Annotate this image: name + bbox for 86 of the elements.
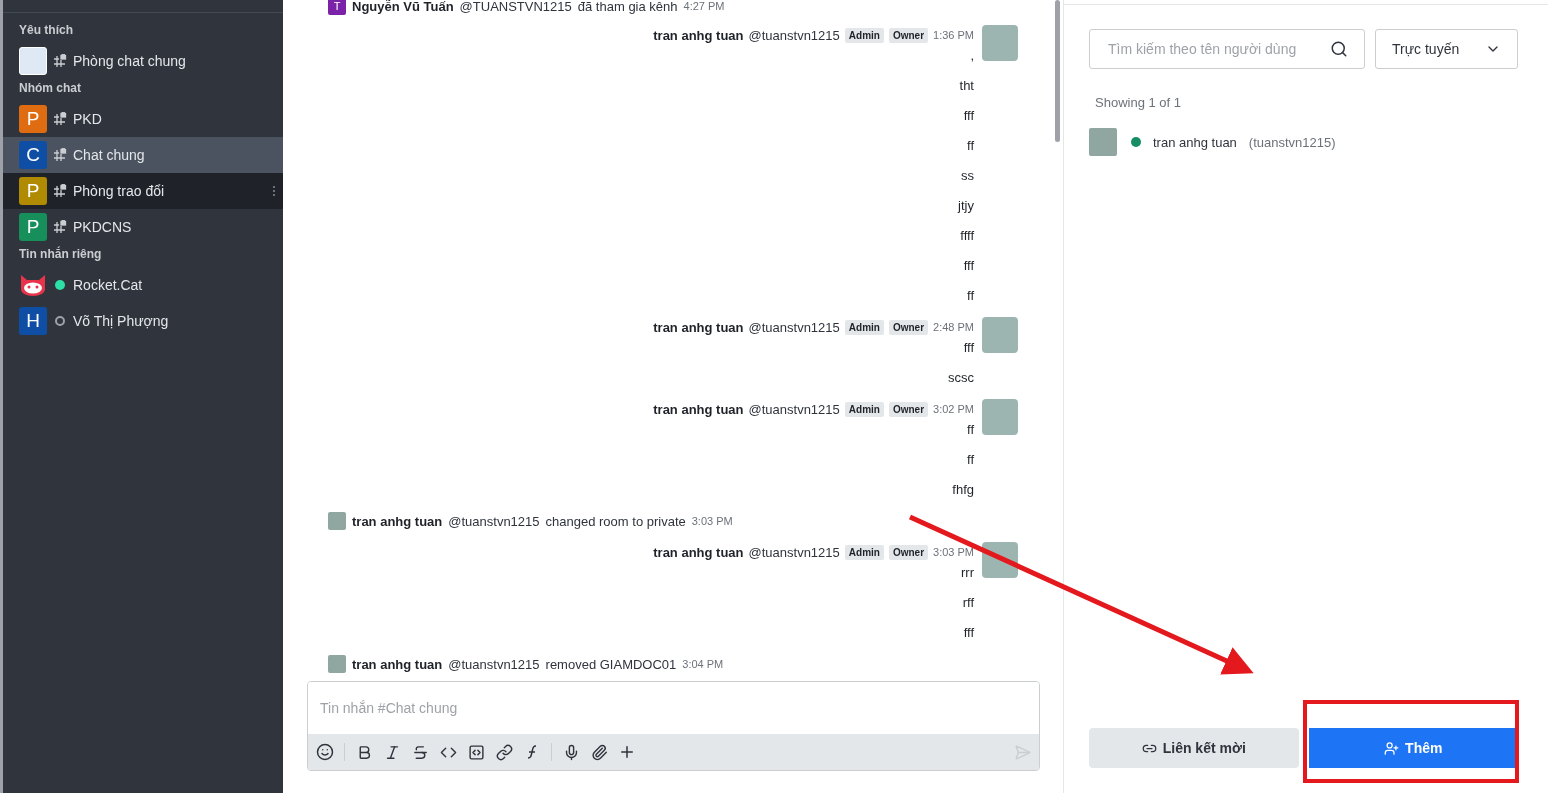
- sidebar-item[interactable]: Rocket.Cat: [3, 267, 283, 303]
- username: @tuanstvn1215: [748, 27, 840, 43]
- search-icon: [1330, 40, 1348, 58]
- author-name[interactable]: tran anhg tuan: [653, 401, 744, 417]
- role-badge: Admin: [844, 27, 884, 43]
- paperclip-icon[interactable]: [590, 743, 608, 761]
- message-time: 2:48 PM: [933, 321, 974, 333]
- avatar-photo-placeholder: [982, 317, 1018, 353]
- search-field[interactable]: Tìm kiếm theo tên người dùng: [1089, 29, 1365, 69]
- message-text: tht: [959, 77, 974, 95]
- plus-icon[interactable]: [618, 743, 636, 761]
- section-title: Yêu thích: [18, 22, 74, 39]
- section-title: Tin nhắn riêng: [18, 245, 103, 263]
- role-badge: Owner: [888, 544, 929, 560]
- avatar-photo-placeholder: [1089, 128, 1117, 156]
- role-badge: Admin: [844, 544, 884, 560]
- private-channel-icon: [53, 112, 67, 126]
- message-text: ffff: [960, 227, 974, 245]
- message-text: fff: [963, 624, 974, 642]
- strikethrough-icon[interactable]: [411, 743, 429, 761]
- message-text: ff: [967, 451, 974, 469]
- private-channel-icon: [53, 54, 67, 68]
- result-count: Showing 1 of 1: [1095, 95, 1182, 110]
- avatar-photo-placeholder: [982, 399, 1018, 435]
- message-text: rff: [962, 594, 974, 612]
- message-text: ff: [967, 287, 974, 305]
- sidebar-item[interactable]: P Phòng trao đổi: [3, 173, 283, 209]
- author-name[interactable]: tran anhg tuan: [653, 319, 744, 335]
- username: @tuanstvn1215: [748, 544, 840, 560]
- sidebar-item[interactable]: P PKD: [3, 101, 283, 137]
- message-time: 3:03 PM: [933, 546, 974, 558]
- message-text: ,: [970, 47, 974, 65]
- message-text: fff: [963, 257, 974, 275]
- letter-avatar: P: [19, 105, 47, 133]
- avatar-photo-placeholder: [982, 25, 1018, 61]
- invite-link-button[interactable]: Liên kết mời: [1089, 728, 1299, 768]
- author-name[interactable]: tran anhg tuan: [653, 27, 744, 43]
- letter-avatar: H: [19, 307, 47, 335]
- message-text: fhfg: [952, 481, 974, 499]
- status-filter-dropdown[interactable]: Trực tuyến: [1375, 29, 1518, 69]
- message-text: ff: [967, 137, 974, 155]
- member-name[interactable]: tran anhg tuan: [1153, 134, 1237, 150]
- kebab-menu-icon[interactable]: [273, 186, 277, 196]
- cat-avatar-icon: [19, 273, 47, 297]
- role-badge: Owner: [888, 319, 929, 335]
- username: @tuanstvn1215: [748, 401, 840, 417]
- username: @tuanstvn1215: [748, 319, 840, 335]
- message-text: fff: [963, 339, 974, 357]
- sidebar-item[interactable]: H Võ Thị Phượng: [3, 303, 283, 339]
- section-title: Nhóm chat: [18, 80, 82, 97]
- add-member-button[interactable]: Thêm: [1308, 728, 1518, 768]
- system-message: tran anhg tuan @tuanstvn1215 changed room to private 3:03 PM: [328, 511, 1018, 531]
- role-badge: Owner: [888, 27, 929, 43]
- role-badge: Owner: [888, 401, 929, 417]
- message-time: 3:02 PM: [933, 403, 974, 415]
- emoji-icon[interactable]: [316, 743, 334, 761]
- role-badge: Admin: [844, 319, 884, 335]
- message-text: ss: [961, 167, 974, 185]
- sidebar-item[interactable]: P PKDCNS: [3, 209, 283, 245]
- letter-avatar: C: [19, 141, 47, 169]
- message-text: scsc: [948, 369, 974, 387]
- scrollbar-thumb[interactable]: [1055, 0, 1060, 142]
- avatar-photo-placeholder: [328, 512, 346, 530]
- sidebar-item[interactable]: C Chat chung: [3, 137, 283, 173]
- code-block-icon[interactable]: [467, 743, 485, 761]
- avatar-photo-placeholder: [328, 655, 346, 673]
- message-text: fff: [963, 107, 974, 125]
- letter-avatar: T: [328, 0, 346, 15]
- role-badge: Admin: [844, 401, 884, 417]
- author-name[interactable]: tran anhg tuan: [653, 544, 744, 560]
- system-message: tran anhg tuan @tuanstvn1215 removed GIAMDOC01 3:04 PM: [328, 654, 1018, 674]
- private-channel-icon: [53, 184, 67, 198]
- add-user-icon: [1384, 740, 1400, 756]
- member-username: (tuanstvn1215): [1248, 134, 1336, 150]
- private-channel-icon: [53, 148, 67, 162]
- logo-image-placeholder: [19, 47, 47, 75]
- private-channel-icon: [53, 220, 67, 234]
- message-text: rrr: [961, 564, 974, 582]
- message-text: ff: [967, 421, 974, 439]
- letter-avatar: P: [19, 213, 47, 241]
- sidebar-item[interactable]: Phòng chat chung: [3, 43, 283, 79]
- message-text: jtjy: [958, 197, 974, 215]
- message-time: 1:36 PM: [933, 29, 974, 41]
- letter-avatar: P: [19, 177, 47, 205]
- message-composer[interactable]: Tin nhắn #Chat chung: [307, 681, 1040, 771]
- link-icon[interactable]: [495, 743, 513, 761]
